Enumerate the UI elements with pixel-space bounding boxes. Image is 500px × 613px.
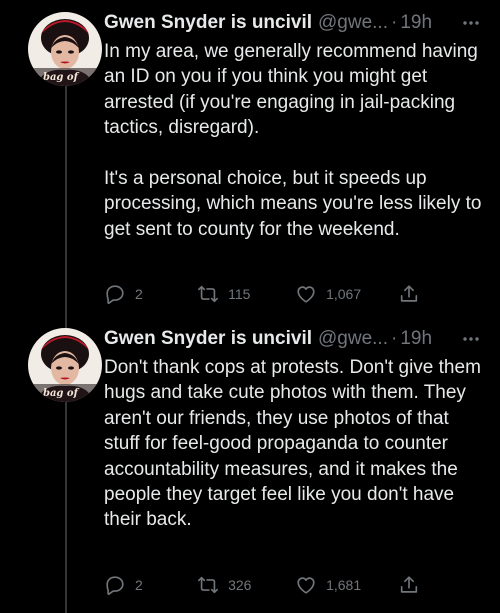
- tweet-actions: 2 115 1,067: [104, 279, 420, 309]
- like-count: 1,067: [326, 286, 362, 302]
- avatar[interactable]: a bag of: [28, 12, 102, 86]
- avatar[interactable]: a bag of: [28, 328, 102, 402]
- timestamp[interactable]: 19h: [400, 12, 432, 34]
- author-name[interactable]: Gwen Snyder is uncivil: [104, 328, 312, 350]
- tweet-actions: 2 326 1,681: [104, 570, 420, 600]
- timestamp[interactable]: 19h: [400, 328, 432, 350]
- more-options-button[interactable]: [456, 8, 486, 38]
- share-icon: [400, 285, 418, 302]
- tweet-content: Gwen Snyder is uncivil @gwe... · 19h Don…: [104, 324, 486, 533]
- avatar-caption: a bag of: [33, 388, 80, 399]
- like-count: 1,681: [326, 577, 362, 593]
- separator-dot: ·: [391, 12, 398, 33]
- reply-button[interactable]: 2: [104, 574, 197, 596]
- reply-count: 2: [135, 286, 143, 302]
- thread-connector-line: [65, 80, 67, 338]
- tweet-text: In my area, we generally recommend havin…: [104, 41, 482, 240]
- retweet-icon: [198, 576, 219, 594]
- timeline-feed: a bag of Gwen Snyder is uncivil @gwe... …: [0, 0, 500, 613]
- tweet-header: Gwen Snyder is uncivil @gwe... · 19h: [104, 8, 486, 38]
- tweet[interactable]: a bag of Gwen Snyder is uncivil @gwe... …: [0, 0, 500, 338]
- more-icon: [463, 337, 479, 341]
- tweet[interactable]: a bag of Gwen Snyder is uncivil @gwe... …: [0, 318, 500, 613]
- like-icon: [297, 286, 315, 303]
- share-button[interactable]: [398, 574, 420, 596]
- share-button[interactable]: [398, 283, 420, 305]
- author-handle[interactable]: @gwe...: [318, 12, 388, 34]
- reply-button[interactable]: 2: [104, 283, 197, 305]
- reply-icon: [106, 285, 124, 305]
- reply-count: 2: [135, 577, 143, 593]
- tweet-header: Gwen Snyder is uncivil @gwe... · 19h: [104, 324, 486, 354]
- like-button[interactable]: 1,681: [295, 574, 398, 596]
- tweet-content: Gwen Snyder is uncivil @gwe... · 19h In …: [104, 8, 486, 242]
- author-name[interactable]: Gwen Snyder is uncivil: [104, 12, 312, 34]
- avatar-image: a bag of: [28, 12, 102, 86]
- retweet-count: 115: [228, 286, 251, 302]
- retweet-count: 326: [228, 577, 252, 593]
- like-button[interactable]: 1,067: [295, 283, 398, 305]
- tweet-text: Don't thank cops at protests. Don't give…: [104, 357, 487, 531]
- share-icon: [400, 576, 418, 593]
- author-handle[interactable]: @gwe...: [318, 328, 388, 350]
- separator-dot: ·: [391, 328, 398, 349]
- more-options-button[interactable]: [456, 324, 486, 354]
- thread-connector-line: [65, 402, 67, 613]
- retweet-button[interactable]: 115: [197, 283, 295, 305]
- avatar-caption: a bag of: [33, 72, 80, 83]
- retweet-button[interactable]: 326: [197, 574, 295, 596]
- more-icon: [463, 21, 479, 25]
- avatar-image: a bag of: [28, 328, 102, 402]
- like-icon: [297, 577, 315, 594]
- reply-icon: [106, 576, 124, 596]
- retweet-icon: [198, 285, 219, 303]
